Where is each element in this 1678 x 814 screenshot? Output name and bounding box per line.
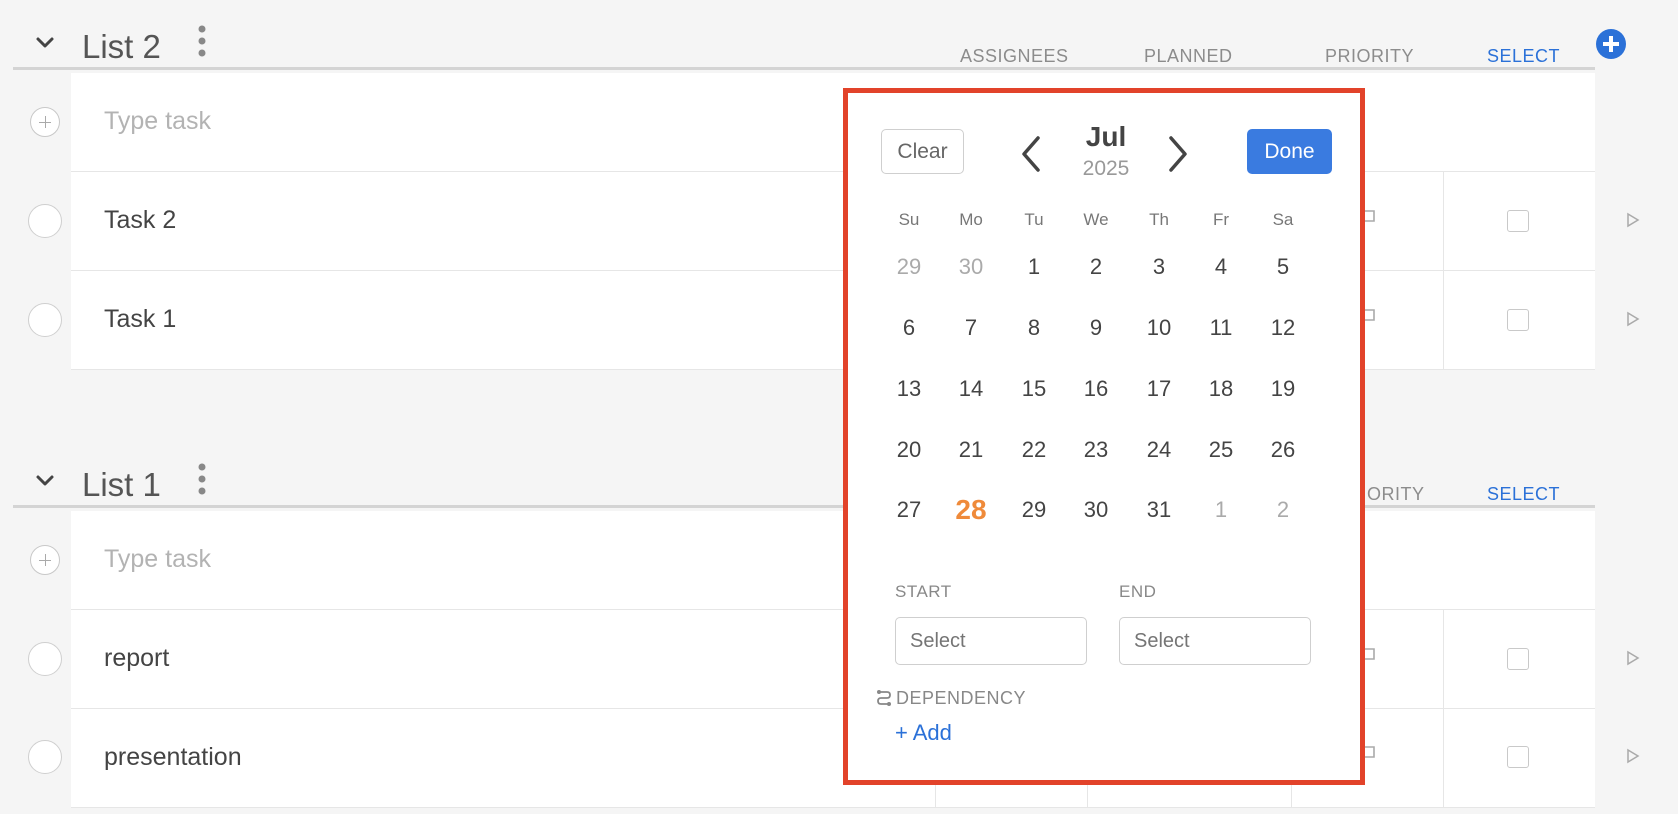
calendar-day[interactable]: 13	[878, 369, 940, 409]
cell-divider	[1443, 610, 1444, 709]
dependency-label: DEPENDENCY	[896, 688, 1027, 708]
calendar-day[interactable]: 30	[1065, 490, 1127, 530]
calendar-day[interactable]: 11	[1190, 308, 1252, 348]
add-task-icon[interactable]	[30, 545, 60, 575]
calendar-day[interactable]: 1	[1003, 247, 1065, 287]
dependency-icon	[877, 690, 891, 706]
list-header: List 2 ASSIGNEES PLANNED PRIORITY SELECT	[13, 10, 1595, 70]
calendar-day[interactable]: 17	[1128, 369, 1190, 409]
task-name[interactable]: Task 1	[104, 305, 176, 334]
column-select[interactable]: SELECT	[1487, 46, 1560, 67]
calendar-day[interactable]: 8	[1003, 308, 1065, 348]
weekday-label: Fr	[1212, 210, 1230, 229]
calendar-day-today[interactable]: 28	[940, 490, 1002, 530]
new-task-row[interactable]: Type task	[71, 511, 1595, 610]
row-select-checkbox[interactable]	[1507, 648, 1529, 670]
calendar-day[interactable]: 29	[878, 247, 940, 287]
end-time-select[interactable]	[1119, 617, 1311, 665]
calendar-day[interactable]: 24	[1128, 430, 1190, 470]
chevron-down-icon[interactable]	[33, 30, 57, 54]
calendar-day[interactable]: 20	[878, 430, 940, 470]
chevron-down-icon[interactable]	[33, 468, 57, 492]
cell-divider	[1443, 709, 1444, 808]
expand-arrow-icon[interactable]	[1626, 311, 1640, 327]
cell-divider	[1443, 271, 1444, 370]
calendar-day[interactable]: 3	[1128, 247, 1190, 287]
calendar-day[interactable]: 15	[1003, 369, 1065, 409]
task-name[interactable]: presentation	[104, 743, 242, 772]
calendar-day[interactable]: 21	[940, 430, 1002, 470]
expand-arrow-icon[interactable]	[1626, 748, 1640, 764]
task-complete-toggle[interactable]	[28, 204, 62, 238]
weekday-label: We	[1083, 210, 1109, 229]
calendar-day[interactable]: 10	[1128, 308, 1190, 348]
weekday-label: Mo	[959, 210, 983, 229]
calendar-day[interactable]: 23	[1065, 430, 1127, 470]
expand-arrow-icon[interactable]	[1626, 212, 1640, 228]
column-planned[interactable]: PLANNED	[1144, 46, 1233, 67]
calendar-day[interactable]: 22	[1003, 430, 1065, 470]
task-complete-toggle[interactable]	[28, 740, 62, 774]
calendar-day[interactable]: 27	[878, 490, 940, 530]
task-complete-toggle[interactable]	[28, 303, 62, 337]
calendar-day[interactable]: 1	[1190, 490, 1252, 530]
calendar-day[interactable]: 31	[1128, 490, 1190, 530]
calendar-day[interactable]: 26	[1252, 430, 1314, 470]
calendar-day[interactable]: 2	[1065, 247, 1127, 287]
calendar-day[interactable]: 16	[1065, 369, 1127, 409]
column-assignees[interactable]: ASSIGNEES	[960, 46, 1069, 67]
new-task-input[interactable]: Type task	[104, 107, 211, 136]
start-label: START	[895, 582, 952, 601]
calendar-year: 2025	[1082, 157, 1130, 180]
weekday-label: Sa	[1272, 210, 1294, 229]
calendar-day[interactable]: 19	[1252, 369, 1314, 409]
row-select-checkbox[interactable]	[1507, 309, 1529, 331]
task-name[interactable]: report	[104, 644, 169, 673]
done-button[interactable]: Done	[1247, 129, 1332, 174]
more-vertical-icon[interactable]	[196, 462, 208, 496]
calendar-day[interactable]: 29	[1003, 490, 1065, 530]
calendar-day[interactable]: 30	[940, 247, 1002, 287]
calendar-day[interactable]: 25	[1190, 430, 1252, 470]
calendar-day[interactable]: 4	[1190, 247, 1252, 287]
row-select-checkbox[interactable]	[1507, 210, 1529, 232]
weekday-label: Su	[898, 210, 920, 229]
clear-button[interactable]: Clear	[881, 129, 964, 174]
expand-arrow-icon[interactable]	[1626, 650, 1640, 666]
new-task-input[interactable]: Type task	[104, 545, 211, 574]
add-dependency-link[interactable]: + Add	[895, 720, 952, 746]
cell-divider	[1443, 172, 1444, 271]
calendar-day[interactable]: 18	[1190, 369, 1252, 409]
calendar-day[interactable]: 9	[1065, 308, 1127, 348]
chevron-right-icon[interactable]	[1165, 135, 1191, 173]
calendar-day[interactable]: 14	[940, 369, 1002, 409]
calendar-month: Jul	[1085, 121, 1127, 152]
row-select-checkbox[interactable]	[1507, 746, 1529, 768]
task-complete-toggle[interactable]	[28, 642, 62, 676]
calendar-day[interactable]: 7	[940, 308, 1002, 348]
end-label: END	[1119, 582, 1157, 601]
column-select[interactable]: SELECT	[1487, 484, 1560, 505]
calendar-day[interactable]: 6	[878, 308, 940, 348]
column-priority[interactable]: PRIORITY	[1325, 46, 1414, 67]
add-list-button[interactable]	[1596, 29, 1626, 59]
date-picker-popup: Clear Jul 2025 Done Su Mo Tu We Th Fr Sa 29 30 1…	[843, 88, 1365, 785]
chevron-left-icon[interactable]	[1018, 135, 1044, 173]
start-time-select[interactable]	[895, 617, 1087, 665]
calendar-day[interactable]: 2	[1252, 490, 1314, 530]
calendar-day[interactable]: 5	[1252, 247, 1314, 287]
weekday-label: Th	[1149, 210, 1169, 229]
add-task-icon[interactable]	[30, 107, 60, 137]
weekday-label: Tu	[1024, 210, 1044, 229]
calendar-day[interactable]: 12	[1252, 308, 1314, 348]
list-title: List 2	[82, 28, 161, 65]
new-task-row[interactable]: Type task	[71, 73, 1595, 172]
more-vertical-icon[interactable]	[196, 24, 208, 58]
task-name[interactable]: Task 2	[104, 206, 176, 235]
list-title: List 1	[82, 466, 161, 503]
